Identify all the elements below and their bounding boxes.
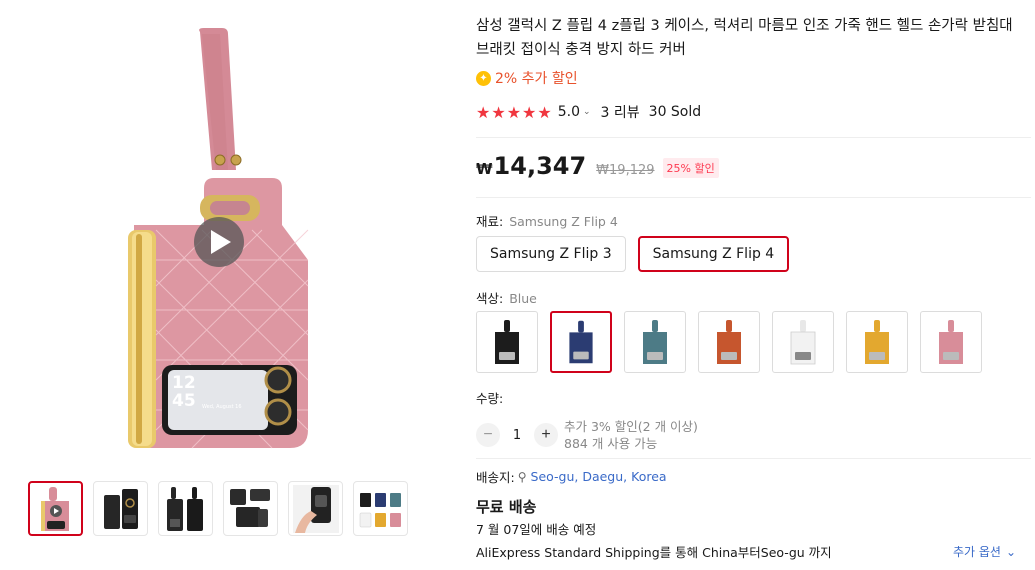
shipping-destination: 배송지: ⚲ Seo-gu, Daegu, Korea <box>476 467 667 486</box>
quantity-note: 추가 3% 할인(2 개 이상) 884 개 사용 가능 <box>564 418 698 452</box>
quantity-plus-button[interactable]: + <box>534 423 558 447</box>
price-value: 14,347 <box>493 152 587 180</box>
thumb-black-pair-image <box>166 486 203 531</box>
main-product-image[interactable]: 12 45 Wed, August 16 <box>22 20 422 460</box>
color-swatch-orange[interactable] <box>698 311 760 373</box>
color-label-text: 색상: <box>476 291 504 306</box>
material-option-flip4[interactable]: Samsung Z Flip 4 <box>637 236 790 272</box>
thumb-hand-hold-image <box>292 484 339 533</box>
color-swatch-yellow[interactable] <box>846 311 908 373</box>
thumb-hand-hold[interactable] <box>288 481 343 536</box>
cover-clock-minute: 45 <box>172 391 196 411</box>
main-phone-illustration <box>128 28 309 449</box>
star-icon: ★ <box>506 102 522 122</box>
bulk-discount-note: 추가 3% 할인(2 개 이상) <box>564 419 698 434</box>
color-swatch-black[interactable] <box>476 311 538 373</box>
rating-row: ★ ★ ★ ★ ★ 5.0 ⌄ 3 리뷰 30 Sold <box>476 102 701 122</box>
color-swatch-teal[interactable] <box>624 311 686 373</box>
quantity-label: 수량: <box>476 391 504 406</box>
chevron-down-icon: ⌄ <box>1005 544 1017 559</box>
quantity-minus-button[interactable]: − <box>476 423 500 447</box>
coin-icon: ✦ <box>476 70 491 86</box>
star-icon: ★ <box>476 102 491 122</box>
thumb-black-kickstand[interactable] <box>223 481 278 536</box>
currency-symbol: ₩ <box>476 160 493 178</box>
sold-count: 30 Sold <box>648 104 702 120</box>
case-icon <box>569 320 593 364</box>
shipping-label: 배송지: <box>476 470 515 485</box>
case-icon <box>717 320 741 364</box>
rating-stars: ★ ★ ★ ★ ★ <box>476 103 552 122</box>
cover-clock: 12 45 <box>172 374 196 410</box>
current-price: ₩14,347 <box>476 152 586 180</box>
thumb-pink-video[interactable] <box>28 481 83 536</box>
divider <box>476 458 1031 459</box>
thumb-color-grid[interactable] <box>353 481 408 536</box>
thumb-pink-image <box>40 486 69 531</box>
case-icon <box>643 320 667 364</box>
thumb-color-grid-image <box>359 492 401 527</box>
color-swatch-pink[interactable] <box>920 311 982 373</box>
cover-clock-date: Wed, August 16 <box>202 404 242 410</box>
color-swatch-white[interactable] <box>772 311 834 373</box>
quantity-stepper: − 1 + 추가 3% 할인(2 개 이상) 884 개 사용 가능 <box>476 418 698 452</box>
shipping-method: AliExpress Standard Shipping를 통해 China부터… <box>476 545 832 560</box>
rating-value[interactable]: 5.0 <box>558 104 580 120</box>
star-icon: ★ <box>537 102 552 122</box>
thumb-black-pair[interactable] <box>158 481 213 536</box>
material-option-flip3[interactable]: Samsung Z Flip 3 <box>476 236 626 272</box>
more-options-label: 추가 옵션 <box>953 545 1001 559</box>
promo-line: ✦ 2% 추가 할인 <box>476 68 578 88</box>
price-row: ₩14,347 ₩19,129 25% 할인 <box>476 152 719 180</box>
cover-clock-hour: 12 <box>172 373 196 393</box>
thumb-black-ring-image <box>103 488 138 529</box>
material-selected: Samsung Z Flip 4 <box>509 214 618 229</box>
thumb-black-kickstand-image <box>229 488 270 527</box>
location-pin-icon: ⚲ <box>517 469 527 484</box>
thumbnail-strip <box>28 481 408 536</box>
delivery-eta: 7 월 07일에 배송 예정 <box>476 522 597 537</box>
star-icon: ★ <box>491 102 506 122</box>
material-options: Samsung Z Flip 3 Samsung Z Flip 4 <box>476 236 790 272</box>
material-label: 재료: Samsung Z Flip 4 <box>476 211 618 230</box>
star-icon: ★ <box>522 102 537 122</box>
reviews-count[interactable]: 3 리뷰 <box>601 102 640 122</box>
stock-available: 884 개 사용 가능 <box>564 436 658 451</box>
color-label: 색상: Blue <box>476 288 537 307</box>
original-price: ₩19,129 <box>596 163 655 178</box>
divider <box>476 197 1031 198</box>
material-label-text: 재료: <box>476 214 504 229</box>
shipping-location-link[interactable]: Seo-gu, Daegu, Korea <box>531 469 667 484</box>
divider <box>476 137 1031 138</box>
promo-text: 2% 추가 할인 <box>495 71 578 87</box>
color-swatches <box>476 311 982 373</box>
product-title: 삼성 갤럭시 Z 플립 4 z플립 3 케이스, 럭셔리 마름모 인조 가죽 핸… <box>476 18 1013 58</box>
case-icon <box>790 320 816 365</box>
color-swatch-blue[interactable] <box>550 311 612 373</box>
thumb-black-ring[interactable] <box>93 481 148 536</box>
case-icon <box>865 320 889 364</box>
more-options-link[interactable]: 추가 옵션 ⌄ <box>953 543 1016 560</box>
chevron-down-icon[interactable]: ⌄ <box>583 107 591 117</box>
case-icon <box>495 320 519 364</box>
color-selected: Blue <box>509 291 537 306</box>
free-shipping-title: 무료 배송 <box>476 498 537 516</box>
discount-badge: 25% 할인 <box>662 158 719 178</box>
quantity-value[interactable]: 1 <box>500 428 534 443</box>
case-icon <box>939 320 963 364</box>
